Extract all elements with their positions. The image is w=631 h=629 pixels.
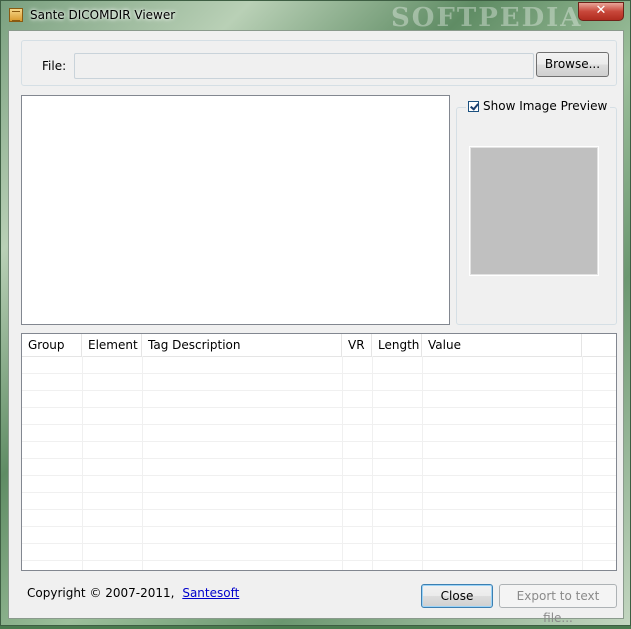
- table-row[interactable]: [22, 544, 616, 561]
- column-header-length[interactable]: Length: [372, 334, 422, 356]
- table-row[interactable]: [22, 374, 616, 391]
- browse-button[interactable]: Browse...: [536, 52, 609, 77]
- column-header-element[interactable]: Element: [82, 334, 142, 356]
- show-preview-label: Show Image Preview: [483, 99, 608, 113]
- table-row[interactable]: [22, 510, 616, 527]
- table-row[interactable]: [22, 408, 616, 425]
- dialog-client-area: File: Browse... Show Image Preview Group…: [8, 30, 624, 625]
- table-row[interactable]: [22, 391, 616, 408]
- table-row[interactable]: [22, 425, 616, 442]
- window-close-button[interactable]: ✕: [578, 2, 624, 21]
- table-header: Group Element Tag Description VR Length …: [22, 334, 616, 357]
- export-to-text-button[interactable]: Export to text file...: [499, 584, 617, 625]
- app-window: Sante DICOMDIR Viewer SOFTPEDIA ✕ File: …: [0, 0, 631, 626]
- window-title: Sante DICOMDIR Viewer: [30, 8, 176, 22]
- santesoft-link[interactable]: Santesoft: [182, 586, 239, 600]
- dicomdir-tree[interactable]: [21, 95, 450, 325]
- column-header-value[interactable]: Value: [422, 334, 582, 356]
- file-path-input[interactable]: [74, 53, 534, 79]
- table-row[interactable]: [22, 357, 616, 374]
- file-label: File:: [42, 59, 67, 73]
- column-header-tag-description[interactable]: Tag Description: [142, 334, 342, 356]
- close-button[interactable]: Close: [421, 584, 493, 608]
- tag-table[interactable]: Group Element Tag Description VR Length …: [21, 333, 617, 571]
- column-header-vr[interactable]: VR: [342, 334, 372, 356]
- table-row[interactable]: [22, 527, 616, 544]
- image-preview: [470, 147, 598, 275]
- table-row[interactable]: [22, 442, 616, 459]
- copyright-text: Copyright © 2007-2011, Santesoft: [27, 586, 239, 600]
- checkbox-checked-icon[interactable]: [468, 101, 479, 112]
- table-row[interactable]: [22, 459, 616, 476]
- close-icon: ✕: [595, 3, 607, 18]
- file-group: File: Browse...: [21, 40, 617, 86]
- show-preview-checkbox[interactable]: Show Image Preview: [466, 99, 611, 115]
- copyright-label: Copyright © 2007-2011,: [27, 586, 175, 600]
- table-row[interactable]: [22, 476, 616, 493]
- app-icon: [9, 8, 23, 22]
- title-bar[interactable]: Sante DICOMDIR Viewer SOFTPEDIA ✕: [1, 1, 630, 33]
- watermark: SOFTPEDIA: [391, 3, 583, 33]
- table-row[interactable]: [22, 493, 616, 510]
- column-header-group[interactable]: Group: [22, 334, 82, 356]
